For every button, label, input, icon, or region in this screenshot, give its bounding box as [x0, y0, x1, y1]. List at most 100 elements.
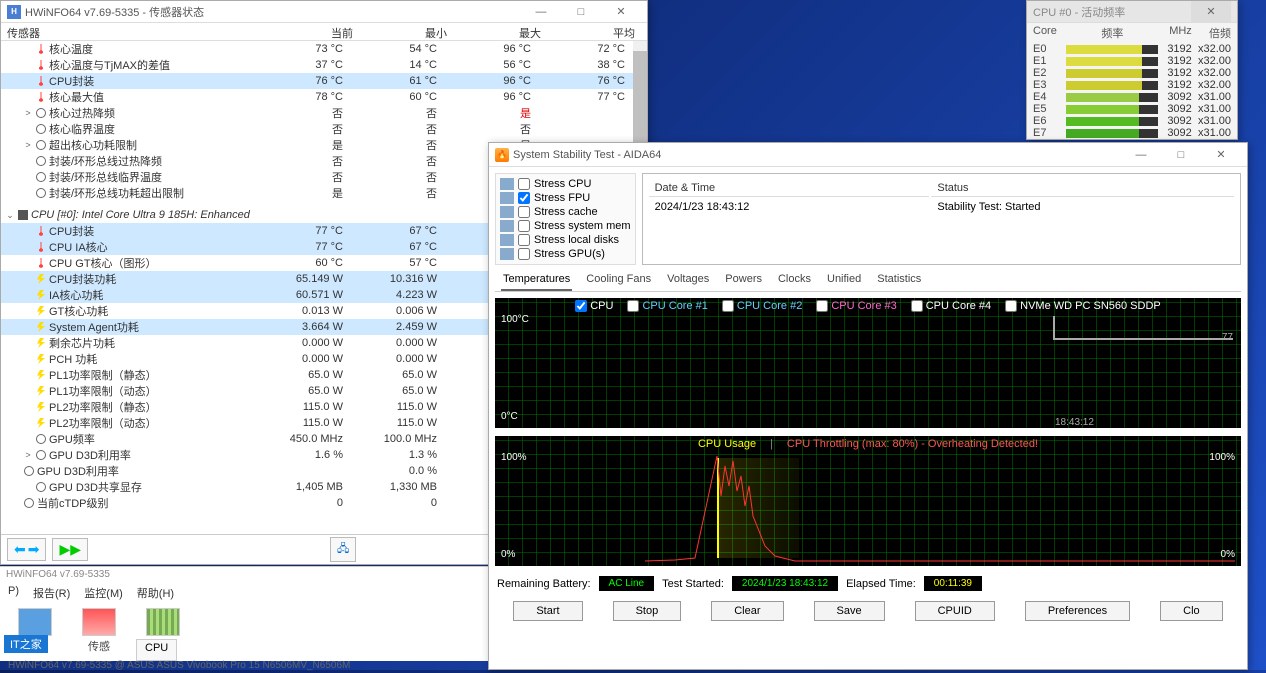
- device-icon: [500, 220, 514, 232]
- menu-item[interactable]: 帮助(H): [137, 585, 174, 601]
- clock-icon: [36, 188, 46, 198]
- stress-checkbox[interactable]: [518, 192, 530, 204]
- cpufreq-window: CPU #0 - 活动频率 ✕ Core 频率 MHz 倍频 E03192x32…: [1026, 0, 1238, 140]
- stress-option[interactable]: Stress GPU(s): [500, 248, 631, 260]
- nav-play[interactable]: ▶▶: [52, 538, 88, 561]
- button-row: Start Stop Clear Save CPUID Preferences Clo: [495, 599, 1241, 623]
- tab-clocks[interactable]: Clocks: [776, 269, 813, 291]
- legend-item[interactable]: CPU Core #1: [627, 300, 707, 312]
- cpu-box: CPU: [136, 639, 177, 661]
- sensor-row[interactable]: 核心最大值78 °C60 °C96 °C77 °C: [1, 89, 647, 105]
- col-avg[interactable]: 平均: [541, 23, 635, 40]
- column-headers: 传感器 当前 最小 最大 平均: [1, 23, 647, 41]
- stress-option[interactable]: Stress system mem: [500, 220, 631, 232]
- status-bar: Remaining Battery: AC Line Test Started:…: [495, 572, 1241, 595]
- maximize-button[interactable]: □: [561, 1, 601, 23]
- legend-item[interactable]: NVMe WD PC SN560 SDDP: [1005, 300, 1161, 312]
- watermark-tag: IT之家: [4, 635, 48, 653]
- stress-checkbox[interactable]: [518, 206, 530, 218]
- clear-button[interactable]: Clear: [711, 601, 783, 621]
- stress-option[interactable]: Stress CPU: [500, 178, 631, 190]
- maximize-button[interactable]: □: [1161, 144, 1201, 166]
- bolt-icon: [36, 306, 46, 316]
- core-row: E03192x32.00: [1027, 43, 1237, 55]
- stress-checkbox[interactable]: [518, 248, 530, 260]
- col-current[interactable]: 当前: [259, 23, 353, 40]
- device-icon: [500, 234, 514, 246]
- close-button[interactable]: ✕: [1201, 144, 1241, 166]
- stress-checkbox[interactable]: [518, 178, 530, 190]
- tab-cooling-fans[interactable]: Cooling Fans: [584, 269, 653, 291]
- core-row: E13192x32.00: [1027, 55, 1237, 67]
- stress-option[interactable]: Stress FPU: [500, 192, 631, 204]
- clock-icon: [36, 172, 46, 182]
- legend-item[interactable]: CPU Core #3: [816, 300, 896, 312]
- elapsed-time: 00:11:39: [924, 576, 982, 591]
- sensor-row[interactable]: 核心温度与TjMAX的差值37 °C14 °C56 °C38 °C: [1, 57, 647, 73]
- stress-checkbox[interactable]: [518, 220, 530, 232]
- temp-icon: [36, 76, 46, 86]
- device-icon: [500, 206, 514, 218]
- col-max[interactable]: 最大: [447, 23, 541, 40]
- minimize-button[interactable]: —: [1121, 144, 1161, 166]
- aida-icon: 🔥: [495, 148, 509, 162]
- col-sensor[interactable]: 传感器: [1, 23, 259, 40]
- tab-statistics[interactable]: Statistics: [875, 269, 923, 291]
- temperature-chart: CPU CPU Core #1 CPU Core #2 CPU Core #3 CPU …: [495, 298, 1241, 428]
- temp-icon: [36, 60, 46, 70]
- stress-checkbox[interactable]: [518, 234, 530, 246]
- tab-voltages[interactable]: Voltages: [665, 269, 711, 291]
- tab-bar[interactable]: Temperatures Cooling Fans Voltages Powers Cl…: [495, 269, 1241, 292]
- temp-icon: [36, 92, 46, 102]
- cpufreq-titlebar[interactable]: CPU #0 - 活动频率 ✕: [1027, 1, 1237, 23]
- stress-option[interactable]: Stress cache: [500, 206, 631, 218]
- close-button[interactable]: ✕: [601, 1, 641, 23]
- menu-item[interactable]: 报告(R): [33, 585, 70, 601]
- col-min[interactable]: 最小: [353, 23, 447, 40]
- network-icon[interactable]: 🖧: [330, 537, 356, 562]
- stop-button[interactable]: Stop: [613, 601, 682, 621]
- clock-icon: [36, 108, 46, 118]
- stress-option[interactable]: Stress local disks: [500, 234, 631, 246]
- clo-button[interactable]: Clo: [1160, 601, 1223, 621]
- close-button[interactable]: ✕: [1191, 1, 1231, 23]
- legend-item[interactable]: CPU Core #2: [722, 300, 802, 312]
- aida-window: 🔥 System Stability Test - AIDA64 — □ ✕ S…: [488, 142, 1248, 670]
- sensor-row[interactable]: CPU封装76 °C61 °C96 °C76 °C: [1, 73, 647, 89]
- sensor-row[interactable]: 核心临界温度否否否: [1, 121, 647, 137]
- nav-back-forward[interactable]: ⬅➡: [7, 538, 46, 561]
- cpufreq-title: CPU #0 - 活动频率: [1033, 4, 1191, 20]
- aida-titlebar[interactable]: 🔥 System Stability Test - AIDA64 — □ ✕: [489, 143, 1247, 167]
- cpufreq-headers: Core 频率 MHz 倍频: [1027, 23, 1237, 43]
- tab-temperatures[interactable]: Temperatures: [501, 269, 572, 291]
- sensor-row[interactable]: >核心过热降频否否是: [1, 105, 647, 121]
- menu-item[interactable]: P): [8, 585, 19, 601]
- bolt-icon: [36, 370, 46, 380]
- temp-icon: [36, 242, 46, 252]
- stress-options: Stress CPU Stress FPU Stress cache Stress s…: [495, 173, 636, 265]
- legend-item[interactable]: CPU: [575, 300, 613, 312]
- device-icon: [500, 178, 514, 190]
- bolt-icon: [36, 386, 46, 396]
- legend-item[interactable]: CPU Core #4: [911, 300, 991, 312]
- clock-icon: [36, 482, 46, 492]
- hwinfo-title: HWiNFO64 v7.69-5335 - 传感器状态: [25, 4, 521, 20]
- chip-icon: [18, 210, 28, 220]
- tool-button[interactable]: 传感: [82, 608, 116, 654]
- sensor-row[interactable]: 核心温度73 °C54 °C96 °C72 °C: [1, 41, 647, 57]
- tab-unified[interactable]: Unified: [825, 269, 863, 291]
- battery-status: AC Line: [599, 576, 655, 591]
- cpuid-button[interactable]: CPUID: [915, 601, 995, 621]
- bolt-icon: [36, 418, 46, 428]
- save-button[interactable]: Save: [814, 601, 885, 621]
- menu-item[interactable]: 监控(M): [84, 585, 123, 601]
- temp-icon: [36, 44, 46, 54]
- start-button[interactable]: Start: [513, 601, 582, 621]
- minimize-button[interactable]: —: [521, 1, 561, 23]
- preferences-button[interactable]: Preferences: [1025, 601, 1130, 621]
- usage-chart: CPU Usage | CPU Throttling (max: 80%) - …: [495, 436, 1241, 566]
- chart1-legend[interactable]: CPU CPU Core #1 CPU Core #2 CPU Core #3 CPU …: [495, 300, 1241, 312]
- tab-powers[interactable]: Powers: [723, 269, 764, 291]
- test-started-time: 2024/1/23 18:43:12: [732, 576, 838, 591]
- hwinfo-titlebar[interactable]: H HWiNFO64 v7.69-5335 - 传感器状态 — □ ✕: [1, 1, 647, 23]
